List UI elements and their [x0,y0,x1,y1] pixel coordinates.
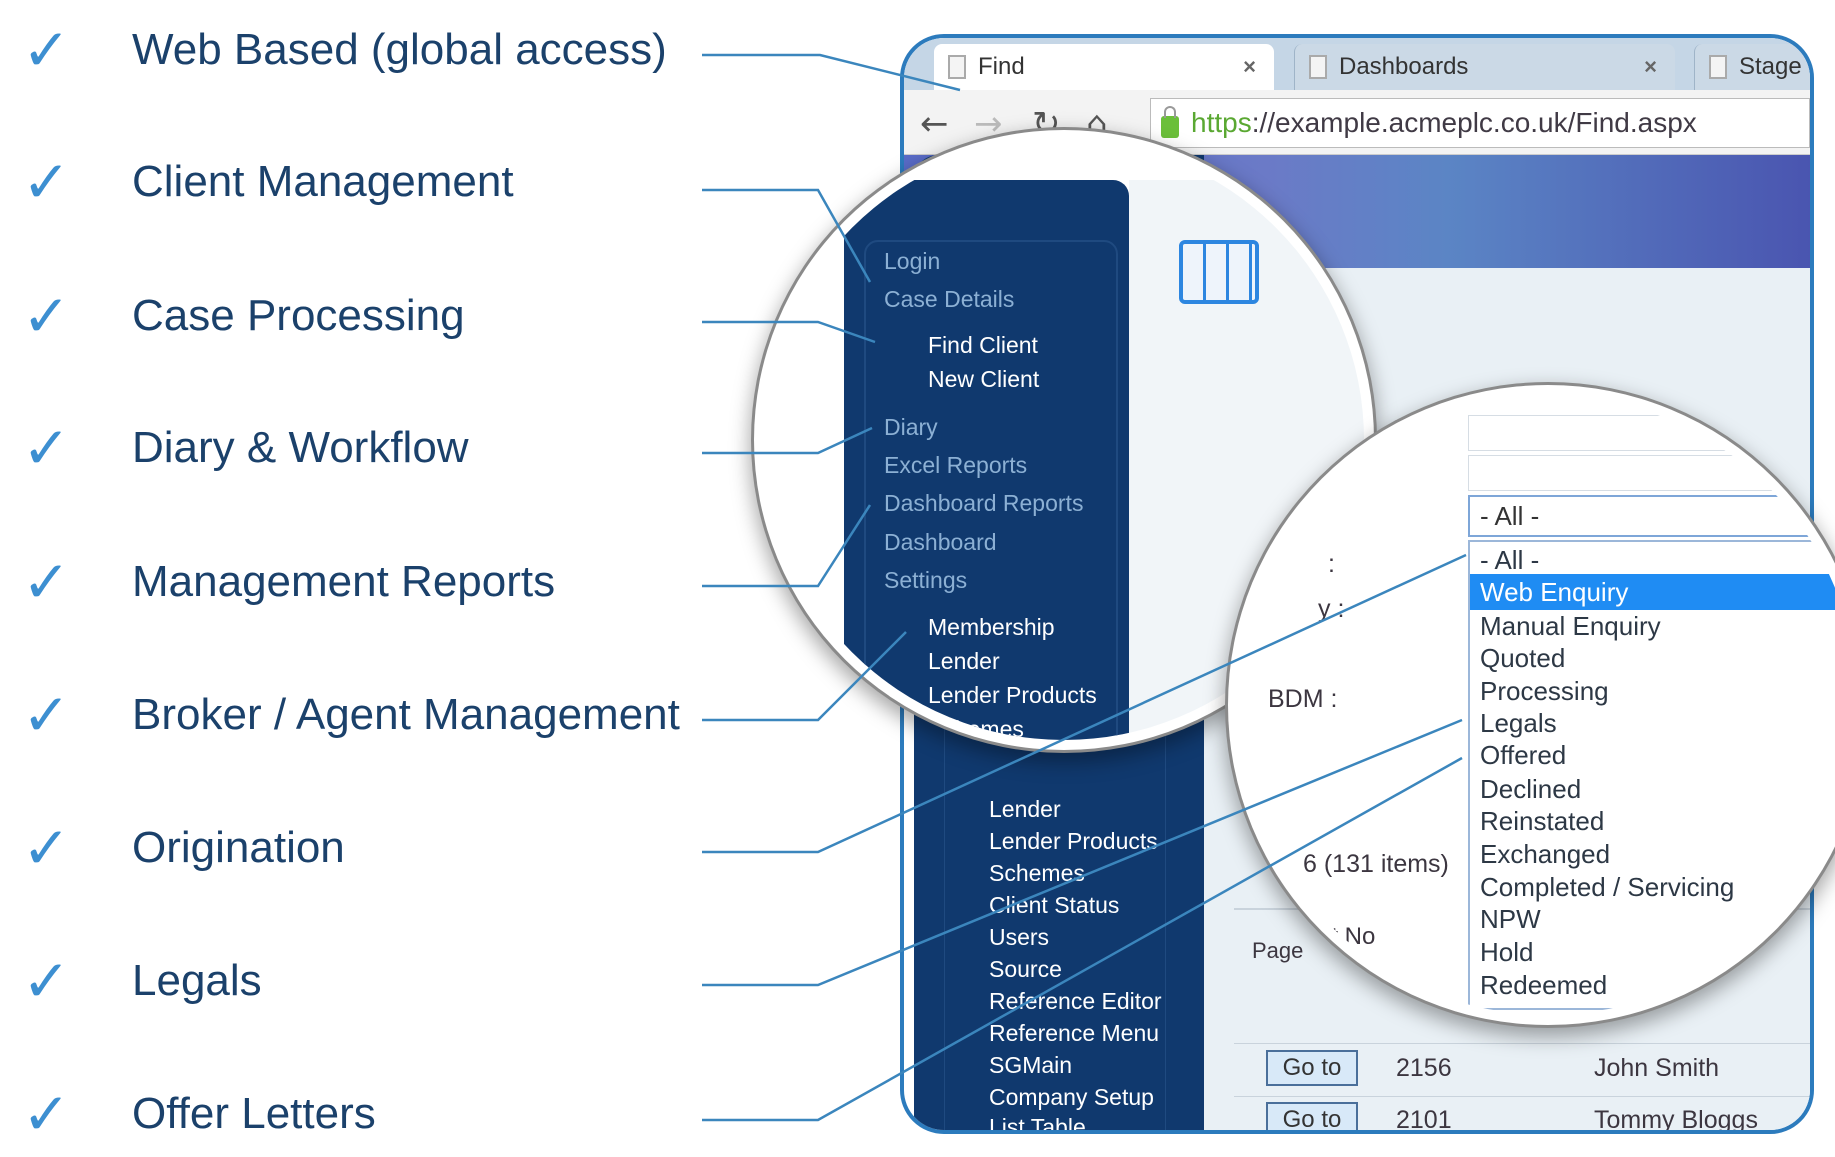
client-name: Tommy Bloggs [1594,1106,1758,1134]
tab-label: Find [978,53,1025,80]
check-icon: ✓ [22,16,71,84]
sidebar-item-lender[interactable]: Lender [989,796,1061,823]
check-icon: ✓ [22,282,71,350]
check-icon: ✓ [22,148,71,216]
home-icon[interactable]: ⌂ [1086,104,1108,144]
bdm-label: BDM : [1268,685,1338,713]
sidebar-item-list-table[interactable]: List Table [989,1114,1086,1130]
dropdown-option[interactable]: Legals [1470,705,1835,741]
feature-label: Case Processing [132,291,465,340]
sidebar-item-dashboard[interactable]: Dashboard [884,529,997,556]
sidebar-item-case-details[interactable]: Case Details [884,286,1014,313]
sidebar-item-sgmain[interactable]: SGMain [989,1052,1072,1079]
dropdown-option[interactable]: Hold [1470,934,1835,970]
sidebar-item-lender-products[interactable]: Lender Products [989,828,1158,855]
client-name: John Smith [1594,1054,1720,1082]
magnifier-dropdown: : y : BDM : 6 (131 items) nt No - All - … [1238,395,1835,1015]
sidebar-item-reference-menu[interactable]: Reference Menu [989,1020,1159,1047]
reload-icon[interactable]: ↻ [1032,104,1061,144]
client-id: 2101 [1396,1106,1452,1134]
feature-label: Diary & Workflow [132,423,469,472]
column-header-client-no: nt No [1318,923,1376,950]
back-icon[interactable]: ← [920,104,949,144]
check-icon: ✓ [22,947,71,1015]
lock-icon [1161,106,1179,138]
sidebar-item-find-client[interactable]: Find Client [928,332,1038,359]
dropdown-option[interactable]: Manual Enquiry [1470,608,1835,644]
first-name-input[interactable] [1468,415,1835,451]
feature-label: Management Reports [132,557,556,606]
dropdown-option[interactable]: Declined [1470,771,1835,807]
goto-button[interactable]: Go to [1266,1050,1358,1086]
results-count: 6 (131 items) [1303,850,1449,878]
dropdown-option[interactable]: Processing [1470,673,1835,709]
dropdown-option[interactable]: Reinstated [1470,803,1835,839]
dropdown-option[interactable]: - All - [1470,542,1835,578]
status-options-list: - All - Web Enquiry Manual Enquiry Quote… [1468,540,1835,1010]
page-icon [1709,55,1727,79]
tab-stage[interactable]: Stage [1694,44,1810,90]
sidebar-item-diary[interactable]: Diary [884,414,938,441]
sidebar-item-excel-reports[interactable]: Excel Reports [884,452,1027,479]
feature-label: Web Based (global access) [132,25,667,74]
dropdown-option[interactable]: Redeemed [1470,967,1835,1003]
sidebar-item-source[interactable]: Source [989,956,1062,983]
dropdown-option[interactable]: Quoted [1470,640,1835,676]
sidebar-item-lender[interactable]: Lender [928,648,1000,675]
form-label-fragment: : [1328,550,1335,578]
dropdown-option[interactable]: Exchanged [1470,836,1835,872]
sidebar-item-membership[interactable]: Membership [928,614,1055,641]
sidebar-item-schemes[interactable]: Schemes [928,716,1024,740]
check-icon: ✓ [22,814,71,882]
check-icon: ✓ [22,414,71,482]
tab-find[interactable]: Find × [934,44,1274,90]
feature-label: Client Management [132,157,514,206]
sidebar-item-dashboard-reports[interactable]: Dashboard Reports [884,490,1083,517]
sidebar-item-settings[interactable]: Settings [884,567,967,594]
check-icon: ✓ [22,548,71,616]
feature-label: Legals [132,956,262,1005]
close-icon[interactable]: × [1243,54,1256,80]
page-icon [1309,55,1327,79]
status-select[interactable]: - All - [1468,495,1835,537]
dropdown-option[interactable]: Completed / Servicing [1470,869,1835,905]
tab-label: Stage [1739,53,1802,80]
feature-label: Origination [132,823,345,872]
url-text: ://example.acmeplc.co.uk/Find.aspx [1251,107,1697,138]
goto-button[interactable]: Go to [1266,1102,1358,1130]
sidebar-item-schemes[interactable]: Schemes [989,860,1085,887]
sidebar-item-users[interactable]: Users [989,924,1049,951]
feature-label: Broker / Agent Management [132,690,680,739]
client-id: 2156 [1396,1054,1452,1082]
sidebar-item-new-client[interactable]: New Client [928,366,1039,393]
forward-icon[interactable]: → [974,104,1003,144]
form-label-fragment: y : [1318,595,1345,623]
dropdown-option[interactable]: NPW [1470,901,1835,937]
selected-value: - All - [1480,500,1540,531]
status-input[interactable] [1468,455,1835,491]
tab-dashboards[interactable]: Dashboards × [1294,44,1675,90]
tab-label: Dashboards [1339,53,1469,80]
dropdown-option[interactable]: Offered [1470,737,1835,773]
feature-label: Offer Letters [132,1089,376,1138]
row-divider [1234,1096,1810,1097]
check-icon: ✓ [22,681,71,749]
dropdown-option-selected[interactable]: Web Enquiry [1470,574,1835,610]
sidebar-item-login[interactable]: Login [884,248,940,275]
address-bar[interactable]: https://example.acmeplc.co.uk/Find.aspx [1150,98,1810,148]
url-scheme: https [1191,107,1252,138]
sidebar-item-client-status[interactable]: Client Status [989,892,1119,919]
sidebar-item-company-setup[interactable]: Company Setup [989,1084,1154,1111]
sidebar-item-lender-products[interactable]: Lender Products [928,682,1097,709]
row-divider [1234,1043,1810,1044]
check-icon: ✓ [22,1080,71,1148]
page-icon [948,55,966,79]
table-icon [1179,240,1259,304]
sidebar-item-reference-editor[interactable]: Reference Editor [989,988,1162,1015]
tab-strip: Find × Dashboards × Stage [904,38,1810,90]
close-icon[interactable]: × [1644,54,1657,80]
